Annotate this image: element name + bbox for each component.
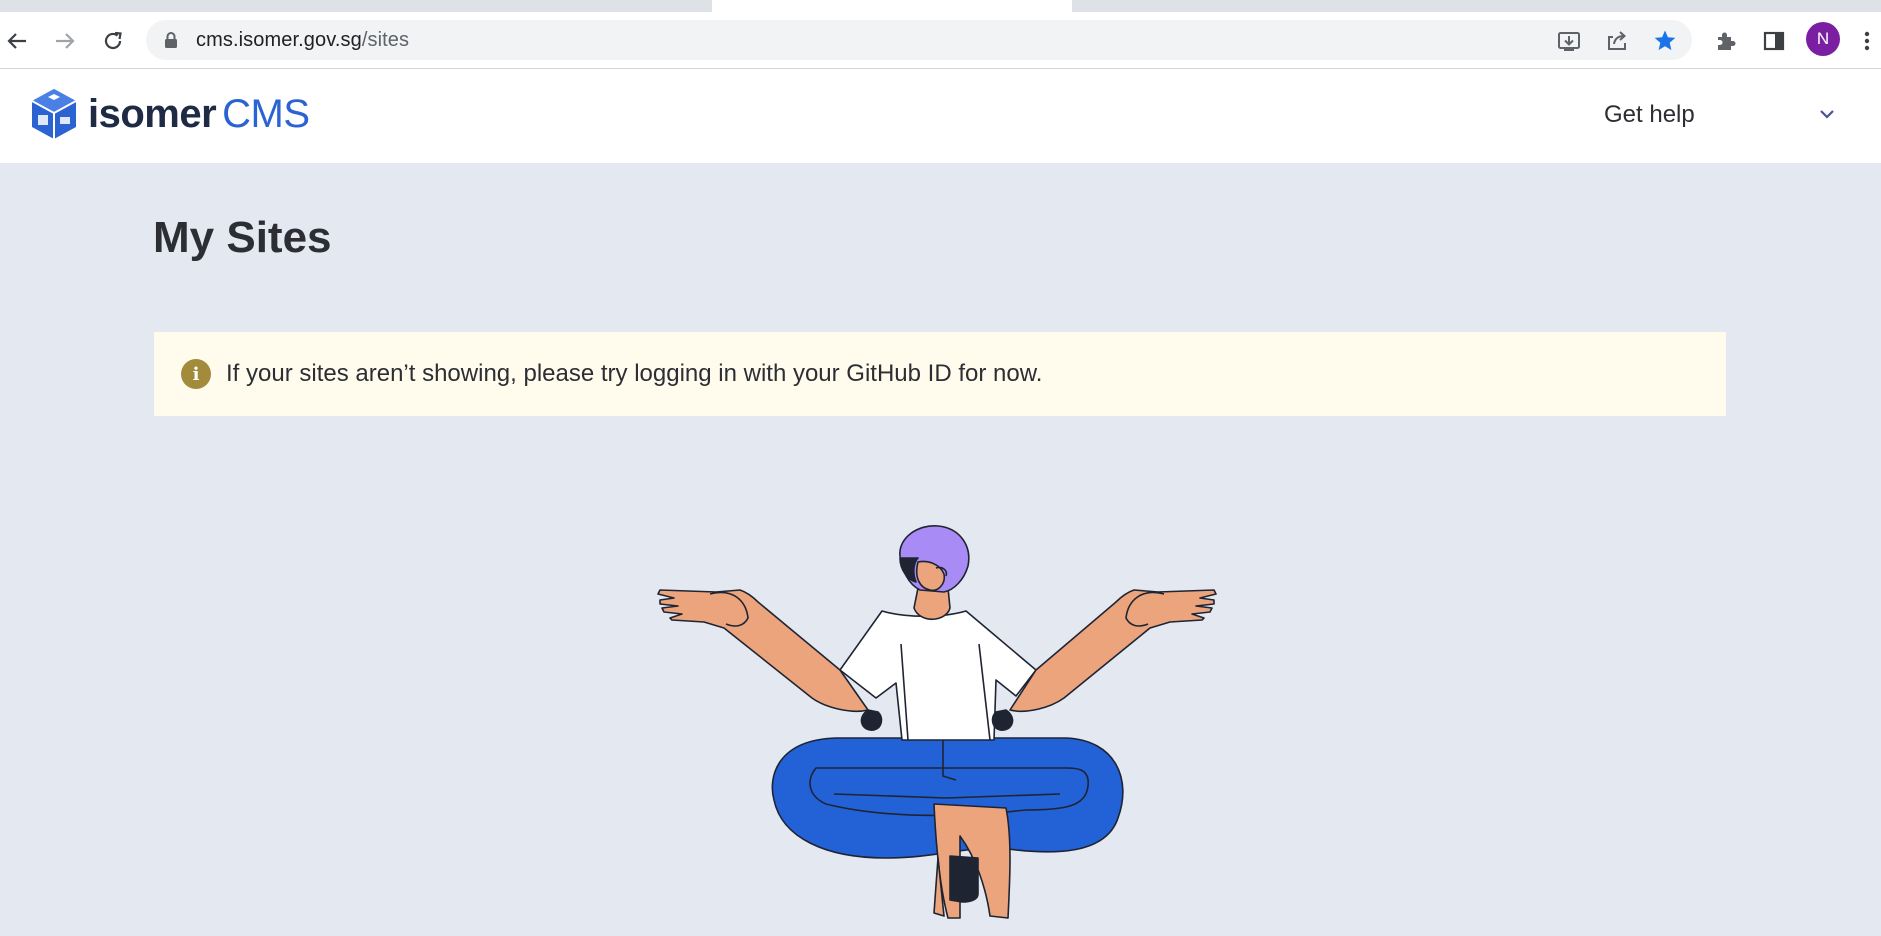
kebab-menu-icon: [1864, 31, 1870, 51]
back-button[interactable]: [2, 26, 32, 56]
url-text[interactable]: cms.isomer.gov.sg/sites: [196, 29, 409, 52]
side-panel-button[interactable]: [1759, 26, 1789, 56]
logo-isomer-text: isomer: [88, 91, 217, 136]
address-bar[interactable]: cms.isomer.gov.sg/sites: [146, 20, 1692, 60]
info-icon: i: [181, 359, 211, 389]
tab-active[interactable]: [712, 0, 1072, 12]
extensions-puzzle-icon: [1718, 32, 1736, 50]
chevron-down-icon[interactable]: [1816, 103, 1838, 125]
meditating-person-illustration: [657, 525, 1217, 919]
forward-arrow-icon: [56, 33, 75, 49]
tab-inactive-right[interactable]: [1072, 0, 1881, 12]
lock-icon[interactable]: [164, 32, 178, 48]
share-button[interactable]: [1604, 28, 1630, 54]
get-help-menu[interactable]: Get help: [1604, 101, 1695, 129]
back-arrow-icon: [7, 33, 26, 49]
tab-inactive-left[interactable]: [0, 0, 712, 12]
star-icon: [1654, 30, 1676, 50]
app-header: isomer CMS Get help: [0, 69, 1881, 163]
tab-strip: [0, 0, 1881, 12]
extensions-button[interactable]: [1711, 26, 1741, 56]
url-path: /sites: [361, 29, 410, 51]
page-title: My Sites: [153, 213, 332, 262]
info-banner: i If your sites aren’t showing, please t…: [154, 332, 1726, 416]
reload-icon: [104, 31, 122, 50]
reload-button[interactable]: [98, 26, 128, 56]
profile-avatar[interactable]: N: [1806, 22, 1840, 56]
forward-button[interactable]: [50, 26, 80, 56]
bookmark-button[interactable]: [1652, 28, 1678, 54]
url-host: cms.isomer.gov.sg: [196, 29, 362, 51]
download-icon: [1558, 32, 1580, 51]
info-banner-text: If your sites aren’t showing, please try…: [226, 360, 1043, 387]
browser-toolbar: cms.isomer.gov.sg/sites N: [0, 12, 1881, 69]
share-icon: [1608, 31, 1627, 50]
side-panel-icon: [1763, 31, 1785, 51]
isomer-logo[interactable]: isomer CMS: [30, 87, 310, 141]
logo-cms-text: CMS: [222, 91, 310, 136]
install-app-button[interactable]: [1556, 28, 1582, 54]
isomer-cube-logo-icon: [31, 89, 77, 139]
browser-menu-button[interactable]: [1852, 26, 1881, 56]
